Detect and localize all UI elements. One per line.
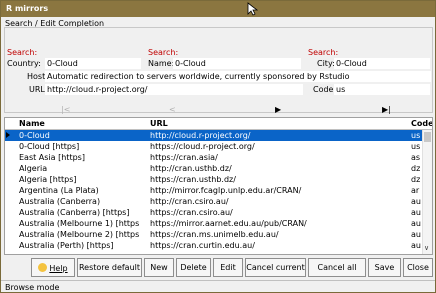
cell-name: Australia (Melbourne 2) [https	[19, 230, 140, 239]
scrollbar-thumb[interactable]	[424, 132, 431, 142]
country-label: Country:	[7, 59, 41, 68]
cell-url: http://cloud.r-project.org/	[150, 131, 251, 140]
last-record-icon[interactable]: ▶|	[382, 105, 391, 114]
cell-name: 0-Cloud [https]	[19, 142, 80, 151]
name-label: Name:	[148, 59, 175, 68]
save-button[interactable]: Save	[368, 258, 401, 277]
cell-name: 0-Cloud	[19, 131, 50, 140]
column-header-name[interactable]: Name	[19, 119, 45, 128]
cell-name: Australia (Canberra) [https]	[19, 208, 130, 217]
help-button-label: Help	[49, 264, 68, 273]
mouse-cursor-icon	[247, 2, 259, 16]
city-field[interactable]: 0-Cloud	[334, 58, 430, 69]
scroll-down-icon[interactable]: ∨	[424, 244, 429, 252]
column-header-code[interactable]: Code	[411, 119, 432, 128]
cell-url: https://cran.csiro.au/	[150, 208, 233, 217]
vertical-scrollbar[interactable]: ∨	[422, 130, 432, 254]
new-button[interactable]: New	[144, 258, 174, 277]
table-row[interactable]: Australia (Melbourne 1) [https https://mi…	[5, 218, 424, 229]
first-record-icon[interactable]: |<	[61, 105, 70, 114]
cell-url: https://cran.ms.unimelb.edu.au/	[150, 230, 279, 239]
help-icon	[38, 263, 48, 272]
search-label-name: Search:	[148, 48, 179, 57]
cell-url: https://cran.curtin.edu.au/	[150, 241, 255, 250]
city-label: City:	[317, 59, 335, 68]
record-navigator: |< < ▶ ▶|	[4, 105, 433, 117]
cell-url: http://mirror.fcaglp.unlp.edu.ar/CRAN/	[150, 186, 302, 195]
country-field[interactable]: 0-Cloud	[45, 58, 141, 69]
cell-url: http://cran.usthb.dz/	[150, 164, 232, 173]
button-bar: Help Restore default New Delete Edit Can…	[4, 257, 433, 279]
cell-name: Australia (Perth) [https]	[19, 241, 114, 250]
cell-name: Algeria [https]	[19, 175, 77, 184]
table-row[interactable]: Algeria [https] https://cran.usthb.dz/dz	[5, 174, 424, 185]
window-title: R mirrors	[6, 4, 49, 13]
prior-record-icon[interactable]: <	[169, 105, 176, 114]
search-edit-group	[4, 27, 433, 113]
table-row[interactable]: 0-Cloud [https] https://cloud.r-project.o…	[5, 141, 424, 152]
url-field[interactable]: http://cloud.r-project.org/	[45, 84, 303, 95]
cell-name: Algeria	[19, 164, 48, 173]
help-button[interactable]: Help	[31, 258, 75, 277]
r-mirrors-window: R mirrors Search / Edit Completion Searc…	[0, 0, 436, 293]
grid-header: Name URL Code	[5, 118, 432, 130]
cell-url: https://cran.usthb.dz/	[150, 175, 236, 184]
cell-url: https://cran.asia/	[150, 153, 218, 162]
table-row[interactable]: 0-Cloud http://cloud.r-project.org/us	[5, 130, 424, 141]
code-label: Code:	[313, 85, 337, 94]
table-row[interactable]: Argentina (La Plata) http://mirror.fcaglp…	[5, 185, 424, 196]
table-row[interactable]: East Asia [https] https://cran.asia/as	[5, 152, 424, 163]
cancel-all-button[interactable]: Cancel all	[308, 258, 366, 277]
current-row-indicator-icon	[6, 132, 10, 138]
restore-default-button[interactable]: Restore default	[77, 258, 142, 277]
table-row[interactable]: Algeria http://cran.usthb.dz/dz	[5, 163, 424, 174]
table-row[interactable]: Australia (Canberra) [https] https://cran…	[5, 207, 424, 218]
search-label-city: Search:	[308, 48, 339, 57]
cell-url: http://cran.csiro.au/	[150, 197, 229, 206]
table-row[interactable]: Australia (Canberra) http://cran.csiro.au…	[5, 196, 424, 207]
cancel-current-button[interactable]: Cancel current	[245, 258, 306, 277]
edit-button[interactable]: Edit	[213, 258, 243, 277]
table-row[interactable]: Australia (Perth) [https] https://cran.cu…	[5, 240, 424, 251]
table-row[interactable]: Australia (Melbourne 2) [https https://cr…	[5, 229, 424, 240]
cell-url: https://cloud.r-project.org/	[150, 142, 255, 151]
next-record-icon[interactable]: ▶	[275, 105, 281, 114]
cell-name: Australia (Canberra)	[19, 197, 101, 206]
name-field[interactable]: 0-Cloud	[173, 58, 301, 69]
host-field[interactable]: Automatic redirection to servers worldwi…	[45, 71, 431, 82]
delete-button[interactable]: Delete	[176, 258, 211, 277]
close-button[interactable]: Close	[403, 258, 433, 277]
title-bar[interactable]: R mirrors	[1, 1, 435, 17]
status-text: Browse mode	[5, 283, 60, 292]
cell-url: https://mirror.aarnet.edu.au/pub/CRAN/	[150, 219, 307, 228]
column-header-url[interactable]: URL	[150, 119, 168, 128]
cell-name: East Asia [https]	[19, 153, 85, 162]
search-label-country: Search:	[7, 48, 38, 57]
code-field[interactable]: us	[334, 84, 430, 95]
cell-name: Australia (Melbourne 1) [https	[19, 219, 140, 228]
cell-name: Argentina (La Plata)	[19, 186, 99, 195]
mirrors-grid[interactable]: Name URL Code 0-Cloud http://cloud.r-proj…	[4, 117, 433, 255]
status-bar: Browse mode	[1, 280, 435, 293]
